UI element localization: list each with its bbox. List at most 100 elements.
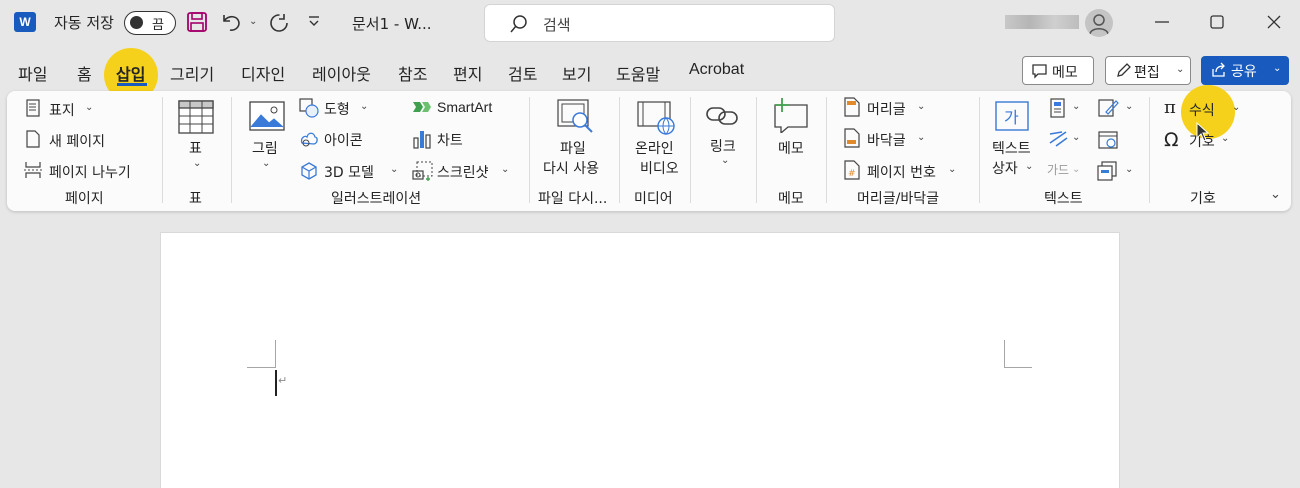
reuse-files-button-line2[interactable]: 다시 사용 <box>543 158 599 178</box>
smartart-icon[interactable] <box>412 99 432 115</box>
icons-button[interactable]: 아이콘 <box>324 130 363 150</box>
cover-page-button[interactable]: 표지 <box>49 100 75 120</box>
redo-icon[interactable] <box>268 11 290 33</box>
blank-page-button[interactable]: 새 페이지 <box>49 131 105 151</box>
chevron-down-icon[interactable]: ⌄ <box>917 132 925 143</box>
quick-parts-icon[interactable] <box>1049 98 1067 118</box>
ribbon-collapse-icon[interactable]: ⌄ <box>1270 187 1281 202</box>
avatar[interactable] <box>1085 9 1113 37</box>
chevron-down-icon[interactable]: ⌄ <box>390 164 398 175</box>
text-box-line1[interactable]: 텍스트 <box>992 138 1031 158</box>
object-icon[interactable] <box>1097 161 1119 181</box>
tab-references[interactable]: 참조 <box>398 61 427 85</box>
tab-layout[interactable]: 레이아웃 <box>312 61 371 85</box>
search-box[interactable]: 검색 <box>484 4 835 42</box>
3d-model-button[interactable]: 3D 모델 <box>324 162 374 182</box>
online-video-line2[interactable]: 비디오 <box>640 158 679 178</box>
text-box-line2[interactable]: 상자 <box>992 158 1018 178</box>
header-icon[interactable] <box>843 97 861 117</box>
tab-draw[interactable]: 그리기 <box>170 61 214 85</box>
autosave-toggle[interactable]: 끔 <box>124 11 176 35</box>
tab-insert[interactable]: 삽입 <box>116 61 145 85</box>
tab-review[interactable]: 검토 <box>508 61 537 85</box>
equation-button[interactable]: 수식 <box>1189 100 1215 120</box>
customize-qat-icon[interactable] <box>307 14 321 30</box>
equation-icon[interactable]: π <box>1164 97 1176 118</box>
chevron-down-icon[interactable]: ⌄ <box>1072 132 1080 143</box>
comments-button[interactable]: 메모 <box>1022 56 1094 85</box>
header-button[interactable]: 머리글 <box>867 99 906 119</box>
tab-home[interactable]: 홈 <box>77 61 92 85</box>
chevron-down-icon[interactable]: ⌄ <box>1072 164 1080 175</box>
icons-insert-icon[interactable] <box>299 129 319 149</box>
date-time-icon[interactable] <box>1097 129 1119 149</box>
tab-mailings[interactable]: 편지 <box>453 61 482 85</box>
shapes-icon[interactable] <box>299 98 319 118</box>
maximize-icon[interactable] <box>1205 10 1229 34</box>
tab-acrobat[interactable]: Acrobat <box>689 61 744 79</box>
text-box-icon[interactable]: 가 <box>994 100 1030 134</box>
online-video-line1[interactable]: 온라인 <box>635 138 674 158</box>
picture-button[interactable]: 그림 <box>252 138 278 158</box>
save-icon[interactable] <box>186 11 208 33</box>
page-break-icon[interactable] <box>23 161 43 179</box>
new-comment-button[interactable]: 메모 <box>778 138 804 158</box>
reuse-files-icon[interactable] <box>557 99 595 135</box>
tab-design[interactable]: 디자인 <box>241 61 285 85</box>
minimize-icon[interactable] <box>1150 10 1174 34</box>
chart-button[interactable]: 차트 <box>437 130 463 150</box>
smartart-button[interactable]: SmartArt <box>437 99 492 115</box>
chevron-down-icon[interactable]: ⌄ <box>948 164 956 175</box>
link-icon[interactable] <box>705 103 741 129</box>
chevron-down-icon[interactable]: ⌄ <box>1072 101 1080 112</box>
shapes-button[interactable]: 도형 <box>324 99 350 119</box>
chevron-down-icon[interactable]: ⌄ <box>1125 164 1133 175</box>
footer-button[interactable]: 바닥글 <box>867 130 906 150</box>
new-comment-icon[interactable] <box>772 97 810 133</box>
chevron-down-icon[interactable]: ⌄ <box>1221 133 1229 144</box>
page-number-button[interactable]: 페이지 번호 <box>867 162 936 182</box>
cover-page-icon[interactable] <box>25 99 41 117</box>
document-title[interactable]: 문서1 - W... <box>352 13 432 34</box>
chevron-down-icon[interactable]: ⌄ <box>501 164 509 175</box>
close-icon[interactable] <box>1262 10 1286 34</box>
page-number-icon[interactable]: # <box>843 160 861 180</box>
share-icon <box>1212 62 1225 77</box>
footer-icon[interactable] <box>843 128 861 148</box>
tab-help[interactable]: 도움말 <box>616 61 660 85</box>
chevron-down-icon[interactable]: ⌄ <box>262 158 270 169</box>
chevron-down-icon[interactable]: ⌄ <box>85 102 93 113</box>
signature-line-icon[interactable] <box>1097 98 1119 118</box>
document-page[interactable] <box>160 232 1120 488</box>
wordart-icon[interactable] <box>1047 128 1069 148</box>
chevron-down-icon[interactable]: ⌄ <box>1125 101 1133 112</box>
chevron-down-icon[interactable]: ⌄ <box>721 155 729 166</box>
page-break-button[interactable]: 페이지 나누기 <box>49 162 131 182</box>
chart-icon[interactable] <box>412 129 432 149</box>
3d-model-icon[interactable] <box>299 161 319 181</box>
chevron-down-icon[interactable]: ⌄ <box>360 101 368 112</box>
blank-page-icon[interactable] <box>25 130 41 148</box>
editing-mode-button[interactable]: 편집 ⌄ <box>1105 56 1191 85</box>
table-button[interactable]: 표 <box>189 138 202 158</box>
mouse-pointer-icon <box>1196 121 1210 142</box>
undo-dropdown-icon[interactable]: ⌄ <box>249 16 257 27</box>
screenshot-icon[interactable] <box>412 161 434 181</box>
link-button[interactable]: 링크 <box>710 136 736 156</box>
tab-file[interactable]: 파일 <box>18 61 47 85</box>
chevron-down-icon[interactable]: ⌄ <box>1232 102 1240 113</box>
undo-icon[interactable] <box>220 11 244 33</box>
picture-icon[interactable] <box>249 101 285 131</box>
screenshot-button[interactable]: 스크린샷 <box>437 162 489 182</box>
share-button[interactable]: 공유 ⌄ <box>1201 56 1289 85</box>
user-name[interactable] <box>1005 15 1079 29</box>
online-video-icon[interactable] <box>637 101 677 137</box>
chevron-down-icon[interactable]: ⌄ <box>193 158 201 169</box>
table-icon[interactable] <box>178 100 214 134</box>
omega-symbol-icon[interactable]: Ω <box>1164 129 1179 151</box>
chevron-down-icon[interactable]: ⌄ <box>917 101 925 112</box>
reuse-files-button-line1[interactable]: 파일 <box>560 138 586 158</box>
chevron-down-icon[interactable]: ⌄ <box>1025 161 1033 172</box>
tab-view[interactable]: 보기 <box>562 61 591 85</box>
drop-cap-button[interactable]: 가드 <box>1047 161 1069 178</box>
